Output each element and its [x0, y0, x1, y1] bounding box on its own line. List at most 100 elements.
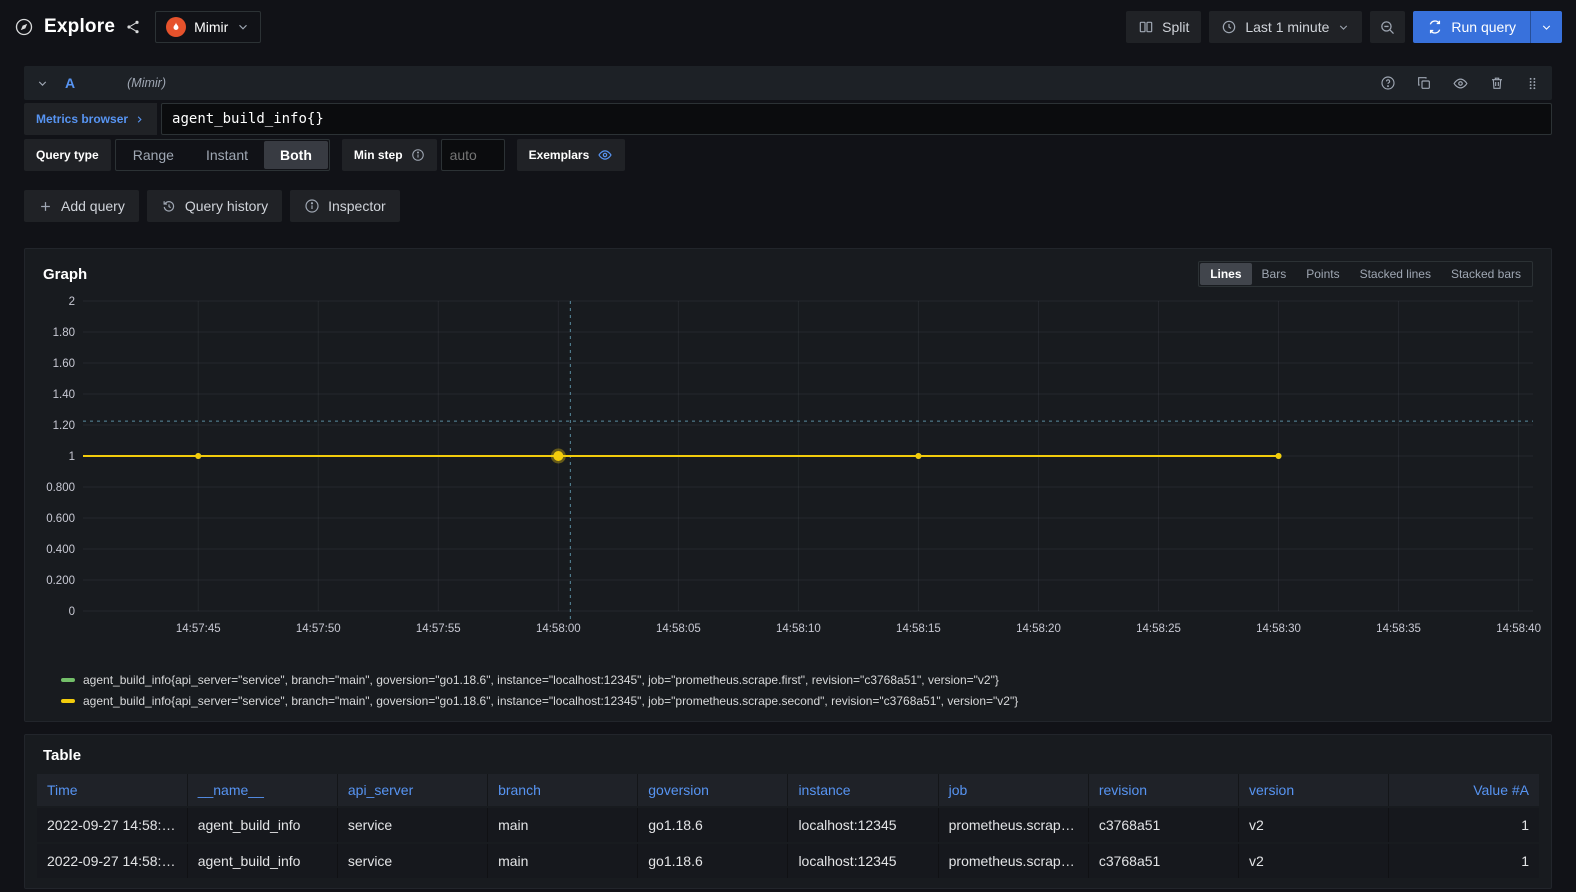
min-step-input[interactable]: [441, 139, 505, 171]
table-cell: v2: [1239, 807, 1389, 843]
y-axis-tick-label: 0: [69, 606, 75, 618]
graph-panel: Graph LinesBarsPointsStacked linesStacke…: [24, 248, 1552, 722]
x-axis-tick-label: 14:58:15: [896, 623, 941, 635]
y-axis-tick-label: 0.600: [46, 513, 75, 525]
trash-icon[interactable]: [1489, 75, 1505, 91]
min-step-chip: Min step: [342, 139, 437, 171]
exemplars-chip: Exemplars: [517, 139, 626, 171]
legend-color-swatch: [61, 699, 75, 703]
legend-color-swatch: [61, 678, 75, 682]
table-cell: 1: [1389, 843, 1539, 878]
collapse-chevron-icon[interactable]: [36, 77, 49, 90]
column-header-version[interactable]: version: [1239, 774, 1389, 807]
exemplars-eye-icon[interactable]: [597, 147, 613, 163]
column-header-job[interactable]: job: [938, 774, 1088, 807]
y-axis-tick-label: 0.800: [46, 482, 75, 494]
view-mode-lines[interactable]: Lines: [1200, 263, 1251, 285]
view-mode-stacked-lines[interactable]: Stacked lines: [1350, 263, 1441, 285]
query-editor-panel: A (Mimir): [24, 66, 1552, 171]
query-type-option-instant[interactable]: Instant: [190, 141, 264, 169]
run-query-button[interactable]: Run query: [1413, 11, 1562, 43]
datasource-hint: (Mimir): [127, 76, 166, 90]
y-axis-tick-label: 1.40: [53, 389, 75, 401]
series-point: [1276, 453, 1282, 459]
column-header-value-a[interactable]: Value #A: [1389, 774, 1539, 807]
results-table: Time__name__api_serverbranchgoversionins…: [37, 774, 1539, 878]
legend-series-name: agent_build_info{api_server="service", b…: [83, 673, 999, 687]
view-mode-bars[interactable]: Bars: [1252, 263, 1297, 285]
exemplars-label: Exemplars: [529, 148, 590, 162]
mimir-datasource-icon: [166, 17, 186, 37]
explore-compass-icon: [14, 17, 34, 37]
clock-icon: [1221, 19, 1237, 35]
table-cell: prometheus.scrape.…: [938, 807, 1088, 843]
query-expression-input[interactable]: [161, 103, 1552, 135]
run-query-caret[interactable]: [1530, 11, 1562, 43]
table-cell: service: [337, 807, 487, 843]
time-series-chart[interactable]: 21.801.601.401.2010.8000.6000.4000.20001…: [37, 291, 1541, 667]
query-ref-id[interactable]: A: [65, 75, 75, 91]
x-axis-tick-label: 14:58:10: [776, 623, 821, 635]
add-query-label: Add query: [61, 198, 125, 214]
sync-icon: [1427, 19, 1443, 35]
column-header-api-server[interactable]: api_server: [337, 774, 487, 807]
table-cell: 1: [1389, 807, 1539, 843]
view-mode-stacked-bars[interactable]: Stacked bars: [1441, 263, 1531, 285]
table-row: 2022-09-27 14:58:40…agent_build_infoserv…: [37, 807, 1539, 843]
column-header--name-[interactable]: __name__: [187, 774, 337, 807]
zoom-out-button[interactable]: [1370, 11, 1405, 43]
copy-icon[interactable]: [1416, 75, 1432, 91]
time-range-label: Last 1 minute: [1245, 19, 1329, 35]
legend-item[interactable]: agent_build_info{api_server="service", b…: [61, 690, 1539, 711]
datasource-picker[interactable]: Mimir: [155, 11, 261, 43]
table-cell: go1.18.6: [638, 843, 788, 878]
query-history-label: Query history: [185, 198, 268, 214]
query-history-button[interactable]: Query history: [147, 190, 282, 222]
query-row-header: A (Mimir): [24, 66, 1552, 100]
x-axis-tick-label: 14:58:30: [1256, 623, 1301, 635]
table-panel-title: Table: [43, 747, 81, 764]
table-header-row: Time__name__api_serverbranchgoversionins…: [37, 774, 1539, 807]
column-header-goversion[interactable]: goversion: [638, 774, 788, 807]
table-cell: 2022-09-27 14:58:40…: [37, 843, 187, 878]
page-title: Explore: [44, 16, 115, 38]
table-row: 2022-09-27 14:58:40…agent_build_infoserv…: [37, 843, 1539, 878]
run-query-label: Run query: [1451, 19, 1516, 35]
table-cell: go1.18.6: [638, 807, 788, 843]
highlighted-point: [553, 451, 563, 461]
x-axis-tick-label: 14:57:50: [296, 623, 341, 635]
x-axis-tick-label: 14:58:25: [1136, 623, 1181, 635]
info-circle-icon[interactable]: [411, 148, 425, 162]
add-query-button[interactable]: Add query: [24, 190, 139, 222]
query-type-option-both[interactable]: Both: [264, 141, 328, 169]
metrics-browser-button[interactable]: Metrics browser: [24, 103, 157, 135]
legend-item[interactable]: agent_build_info{api_server="service", b…: [61, 669, 1539, 690]
eye-icon[interactable]: [1452, 75, 1469, 92]
graph-panel-title: Graph: [43, 266, 87, 283]
query-type-option-range[interactable]: Range: [117, 141, 190, 169]
column-header-instance[interactable]: instance: [788, 774, 938, 807]
y-axis-tick-label: 1.60: [53, 358, 75, 370]
x-axis-tick-label: 14:58:40: [1496, 623, 1541, 635]
column-header-time[interactable]: Time: [37, 774, 187, 807]
view-mode-points[interactable]: Points: [1296, 263, 1349, 285]
drag-handle-icon[interactable]: [1525, 75, 1540, 92]
table-cell: 2022-09-27 14:58:40…: [37, 807, 187, 843]
x-axis-tick-label: 14:58:00: [536, 623, 581, 635]
y-axis-tick-label: 1: [69, 451, 75, 463]
time-range-picker[interactable]: Last 1 minute: [1209, 11, 1362, 43]
table-cell: c3768a51: [1088, 807, 1238, 843]
column-header-branch[interactable]: branch: [488, 774, 638, 807]
inspector-button[interactable]: Inspector: [290, 190, 400, 222]
split-label: Split: [1162, 19, 1189, 35]
chart-legend: agent_build_info{api_server="service", b…: [37, 667, 1539, 713]
y-axis-tick-label: 2: [69, 296, 75, 308]
share-icon[interactable]: [125, 19, 141, 35]
y-axis-tick-label: 0.400: [46, 544, 75, 556]
topbar: Explore Mimir Split Last 1 minute: [0, 0, 1576, 54]
column-header-revision[interactable]: revision: [1088, 774, 1238, 807]
x-axis-tick-label: 14:58:35: [1376, 623, 1421, 635]
table-cell: prometheus.scrape.…: [938, 843, 1088, 878]
split-button[interactable]: Split: [1126, 11, 1201, 43]
help-circle-icon[interactable]: [1380, 75, 1396, 91]
